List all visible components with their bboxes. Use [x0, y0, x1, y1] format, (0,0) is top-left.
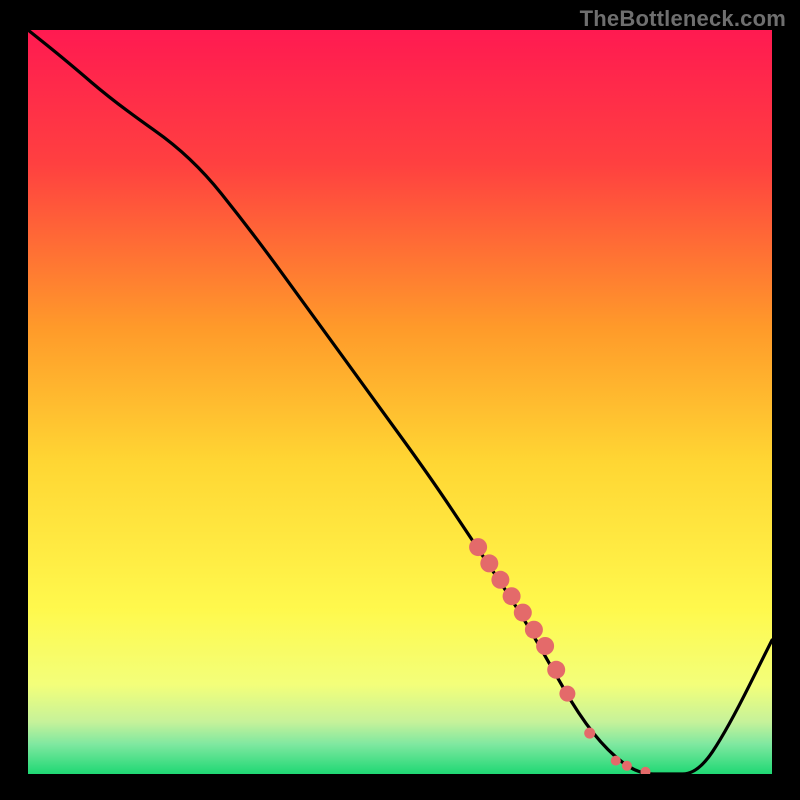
- marker-point: [584, 728, 595, 739]
- marker-point: [514, 604, 532, 622]
- marker-point: [611, 756, 621, 766]
- plot-background: [28, 30, 772, 774]
- marker-point: [622, 761, 632, 771]
- marker-point: [547, 661, 565, 679]
- marker-point: [491, 571, 509, 589]
- marker-point: [559, 686, 575, 702]
- marker-point: [480, 554, 498, 572]
- marker-point: [641, 767, 651, 777]
- chart-frame: { "watermark": "TheBottleneck.com", "col…: [0, 0, 800, 800]
- watermark-text: TheBottleneck.com: [580, 6, 786, 32]
- chart-svg: [0, 0, 800, 800]
- marker-point: [503, 587, 521, 605]
- marker-point: [536, 637, 554, 655]
- marker-point: [469, 538, 487, 556]
- marker-point: [525, 621, 543, 639]
